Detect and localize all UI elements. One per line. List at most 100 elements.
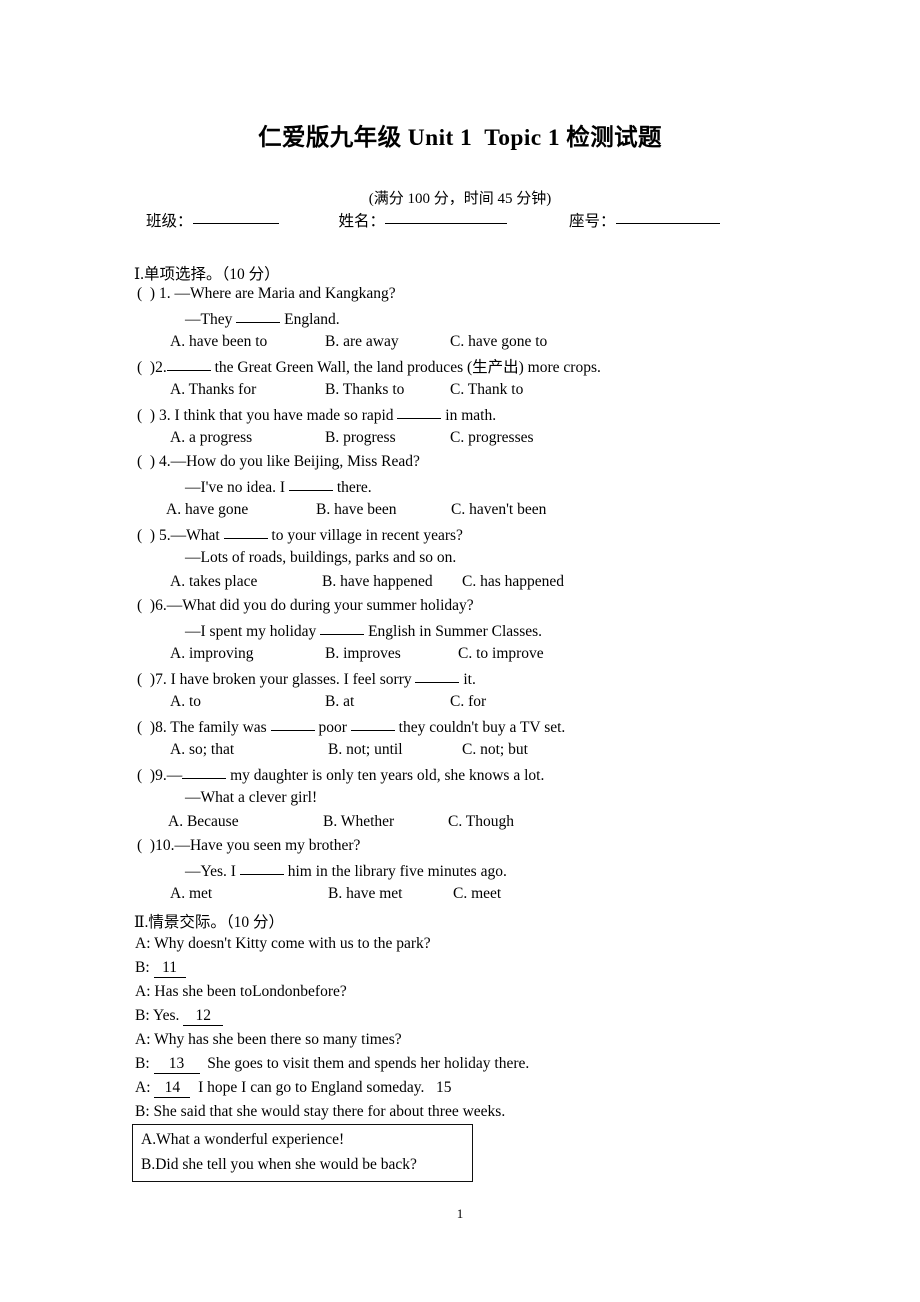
question-2-option-b[interactable]: B. Thanks to [325,382,450,398]
question-5-option-a[interactable]: A. takes place [170,574,322,590]
question-1-reply-post: England. [280,311,340,328]
question-1-stem: ( ) 1. —Where are Maria and Kangkang? [137,285,396,302]
question-5-option-b[interactable]: B. have happened [322,574,462,590]
question-10-stem: ( )10.—Have you seen my brother? [137,837,361,854]
question-6-option-a[interactable]: A. improving [170,646,325,662]
dialogue-blank-11[interactable]: 11 [153,959,186,978]
question-10-option-a[interactable]: A. met [170,886,328,902]
dialogue-blank-12[interactable]: 12 [183,1007,224,1026]
question-7-stem-post: it. [459,671,476,688]
question-9-option-a[interactable]: A. Because [168,814,323,830]
exam-subtitle: (满分 100 分，时间 45 分钟) [368,191,552,207]
question-2-stem-pre: ( )2. [137,359,167,376]
question-7-blank[interactable] [415,670,460,683]
dialogue-speaker-3: A: [135,983,155,1000]
question-6-option-b[interactable]: B. improves [325,646,458,662]
question-5-option-c[interactable]: C. has happened [462,574,564,590]
question-2-blank[interactable] [166,358,211,371]
question-8-option-c[interactable]: C. not; but [462,742,528,758]
question-10-reply-pre: —Yes. I [185,863,240,880]
dialogue-line-5: A: Why has she been there so many times? [135,1031,402,1049]
question-3-options: A. a progress B. progress C. progresses [170,430,534,446]
dialogue-text-1: Why doesn't Kitty come with us to the pa… [154,935,431,952]
question-1-blank[interactable] [236,310,281,323]
question-5-reply: —Lots of roads, buildings, parks and so … [185,549,457,566]
question-8-blank-2[interactable] [350,718,395,731]
class-blank[interactable] [192,210,279,224]
question-4-blank[interactable] [288,478,333,491]
question-4-reply: —I've no idea. I there. [185,478,372,496]
question-4-option-b[interactable]: B. have been [316,502,451,518]
question-6-option-c[interactable]: C. to improve [458,646,544,662]
question-9-option-b[interactable]: B. Whether [323,814,448,830]
question-5-stem: ( ) 5.—What to your village in recent ye… [137,526,463,544]
question-1-option-c[interactable]: C. have gone to [450,334,547,350]
dialogue-speaker-8: B: [135,1103,154,1120]
question-4-reply-post: there. [332,479,372,496]
question-9-blank[interactable] [182,766,227,779]
question-1-option-b[interactable]: B. are away [325,334,450,350]
question-8-options: A. so; that B. not; until C. not; but [170,742,528,758]
dialogue-line-7: A: 14 I hope I can go to England someday… [135,1079,452,1098]
choice-box-option-b[interactable]: B.Did she tell you when she would be bac… [141,1156,417,1174]
question-8-option-b[interactable]: B. not; until [328,742,462,758]
question-3-stem: ( ) 3. I think that you have made so rap… [137,406,496,424]
section-2-heading: Ⅱ.情景交际。（10 分） [134,914,285,931]
question-6-reply-post: English in Summer Classes. [364,623,543,640]
question-8-stem-post: they couldn't buy a TV set. [394,719,566,736]
question-3-option-b[interactable]: B. progress [325,430,450,446]
question-4-options: A. have gone B. have been C. haven't been [166,502,546,518]
class-label: 班级： [146,213,193,230]
question-3-option-c[interactable]: C. progresses [450,430,534,446]
question-2-option-a[interactable]: A. Thanks for [170,382,325,398]
question-10-reply: —Yes. I him in the library five minutes … [185,862,507,880]
dialogue-blank-13[interactable]: 13 [153,1055,200,1074]
question-7-options: A. to B. at C. for [170,694,486,710]
dialogue-line-3: A: Has she been toLondonbefore? [135,983,347,1001]
question-4-option-c[interactable]: C. haven't been [451,502,546,518]
seat-blank[interactable] [615,210,720,224]
question-5-blank[interactable] [223,526,268,539]
question-5-options: A. takes place B. have happened C. has hap… [170,574,564,590]
question-9-option-c[interactable]: C. Though [448,814,514,830]
question-6-reply: —I spent my holiday English in Summer Cl… [185,622,542,640]
question-8-blank-1[interactable] [270,718,315,731]
choice-box-option-a[interactable]: A.What a wonderful experience! [141,1131,344,1149]
question-9-options: A. Because B. Whether C. Though [168,814,514,830]
dialogue-text-5: Why has she been there so many times? [154,1031,402,1048]
question-9-stem-post: my daughter is only ten years old, she k… [226,767,545,784]
question-8-stem-mid: poor [314,719,351,736]
question-2-stem-post: the Great Green Wall, the land produces … [210,359,601,376]
name-blank[interactable] [385,210,508,224]
question-10-option-b[interactable]: B. have met [328,886,453,902]
question-4-option-a[interactable]: A. have gone [166,502,316,518]
question-2-option-c[interactable]: C. Thank to [450,382,523,398]
question-7-option-a[interactable]: A. to [170,694,325,710]
question-7-option-c[interactable]: C. for [450,694,486,710]
question-10-option-c[interactable]: C. meet [453,886,501,902]
question-7-stem-pre: ( )7. I have broken your glasses. I feel… [137,671,416,688]
dialogue-text-8: She said that she would stay there for a… [153,1103,506,1120]
dialogue-text-6: She goes to visit them and spends her ho… [199,1055,530,1072]
answer-choice-box: A.What a wonderful experience! B.Did she… [132,1124,473,1182]
dialogue-text-7: I hope I can go to England someday. 15 [190,1079,452,1096]
question-3-option-a[interactable]: A. a progress [170,430,325,446]
question-7-option-b[interactable]: B. at [325,694,450,710]
seat-label: 座号： [569,213,616,230]
question-3-blank[interactable] [397,406,442,419]
question-1-options: A. have been to B. are away C. have gone t… [170,334,547,350]
question-7-stem: ( )7. I have broken your glasses. I feel… [137,670,476,688]
dialogue-line-6: B: 13 She goes to visit them and spends … [135,1055,529,1074]
question-3-stem-pre: ( ) 3. I think that you have made so rap… [137,407,398,424]
question-8-stem: ( )8. The family was poor they couldn't … [137,718,565,736]
question-10-blank[interactable] [239,862,284,875]
question-2-options: A. Thanks for B. Thanks to C. Thank to [170,382,523,398]
question-8-option-a[interactable]: A. so; that [170,742,328,758]
question-1-option-a[interactable]: A. have been to [170,334,325,350]
question-8-stem-pre: ( )8. The family was [137,719,271,736]
section-1-heading: Ⅰ.单项选择。（10 分） [134,266,280,283]
page-title: 仁爱版九年级 Unit 1 Topic 1 检测试题 [258,125,662,151]
question-6-blank[interactable] [320,622,365,635]
dialogue-blank-14[interactable]: 14 [154,1079,191,1098]
question-6-reply-pre: —I spent my holiday [185,623,321,640]
